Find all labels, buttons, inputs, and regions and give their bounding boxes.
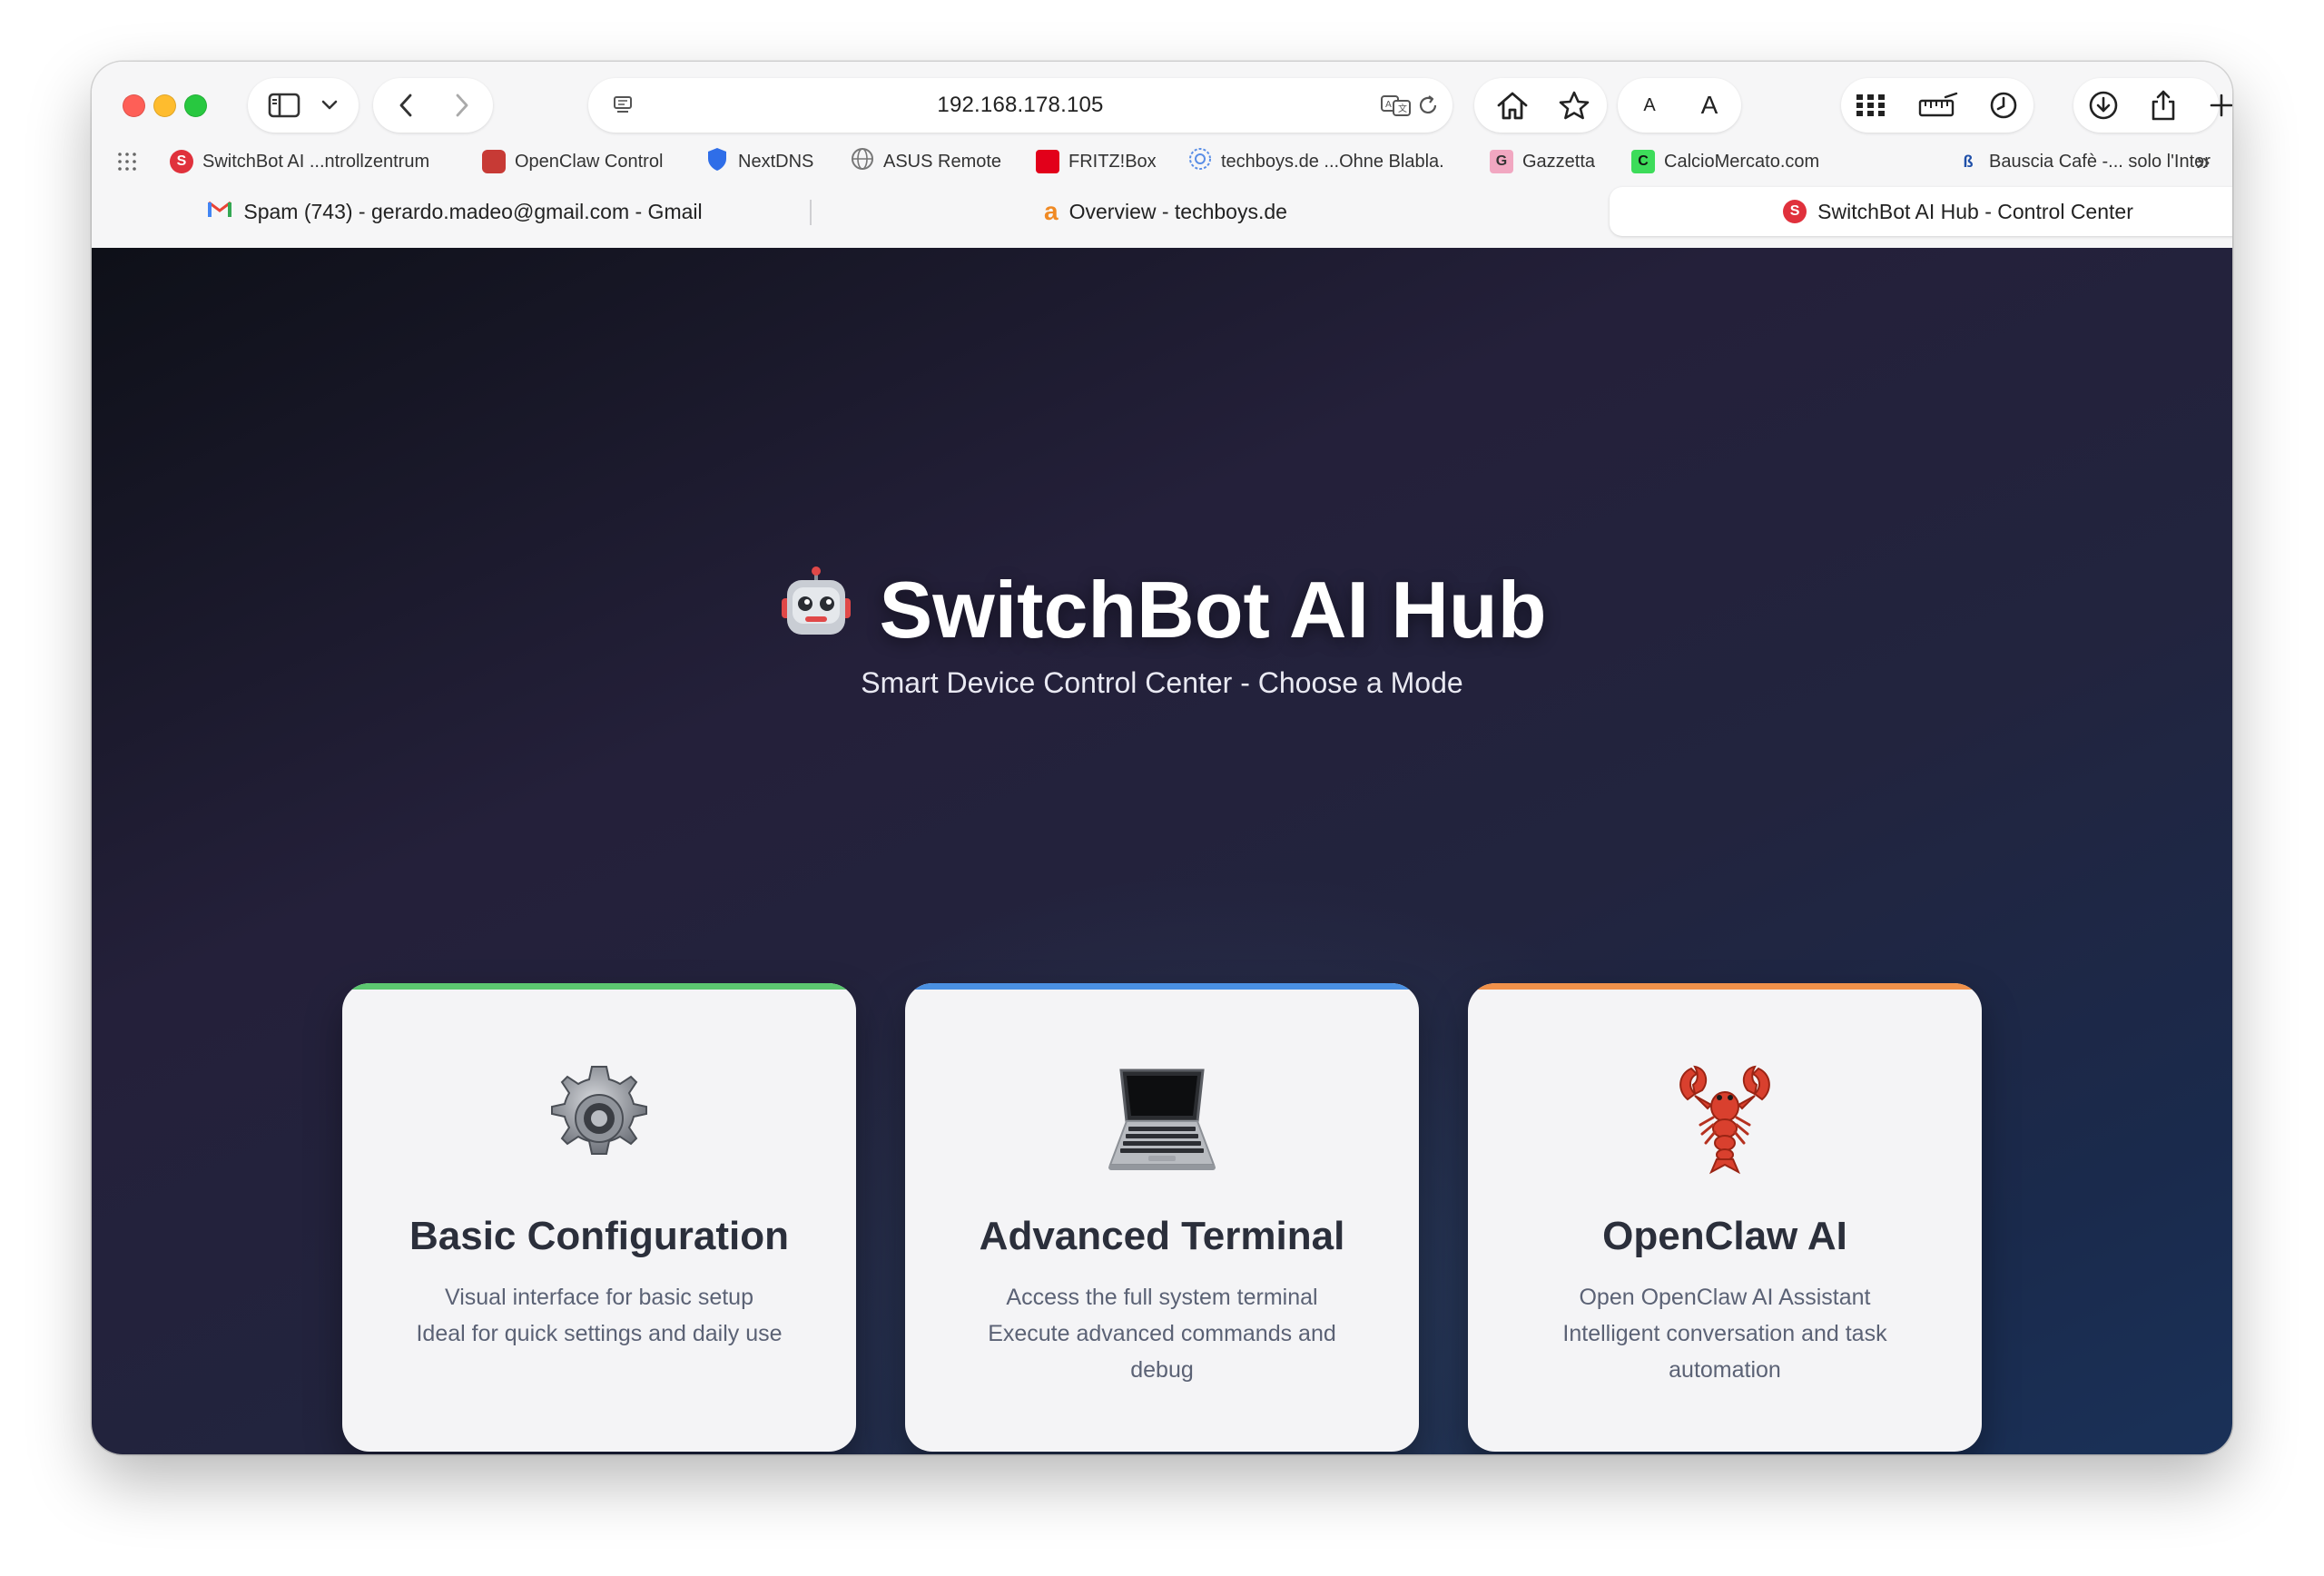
globe-favicon-icon — [851, 147, 874, 176]
robot-icon — [778, 566, 854, 655]
tab-gmail[interactable]: Spam (743) - gerardo.madeo@gmail.com - G… — [106, 187, 803, 236]
card-title: Basic Configuration — [409, 1214, 790, 1258]
apps-grid-icon[interactable] — [1844, 78, 1898, 133]
card-basic-configuration[interactable]: Basic Configuration Visual interface for… — [342, 983, 856, 1452]
new-tab-icon[interactable] — [2196, 78, 2232, 133]
bookmark-label: FRITZ!Box — [1068, 151, 1157, 172]
bookmarks-bar: S SwitchBot AI ...ntrollzentrum OpenClaw… — [92, 142, 2232, 182]
tab-techboys[interactable]: a Overview - techboys.de — [816, 187, 1515, 236]
openclaw-favicon-icon — [482, 150, 506, 173]
sidebar-icon[interactable] — [262, 78, 306, 133]
bookmark-switchbot[interactable]: S SwitchBot AI ...ntrollzentrum — [170, 142, 429, 182]
text-larger-icon[interactable]: A — [1685, 78, 1734, 133]
card-accent-bar — [905, 983, 1419, 990]
url-text: 192.168.178.105 — [937, 93, 1104, 117]
page-content: SwitchBot AI Hub Smart Device Control Ce… — [92, 248, 2232, 1454]
card-description-line: automation — [1669, 1357, 1781, 1383]
switchbot-favicon-icon: S — [1783, 200, 1807, 223]
techboys-favicon-icon: a — [1044, 197, 1059, 225]
page-title: SwitchBot AI Hub — [92, 566, 2232, 655]
card-description: Access the full system terminal Execute … — [932, 1279, 1392, 1388]
translate-icon[interactable]: A文 — [1378, 78, 1414, 133]
bookmark-label: OpenClaw Control — [515, 151, 664, 172]
tab-label: Spam (743) - gerardo.madeo@gmail.com - G… — [243, 199, 703, 223]
tab-label: SwitchBot AI Hub - Control Center — [1817, 199, 2133, 223]
card-advanced-terminal[interactable]: Advanced Terminal Access the full system… — [905, 983, 1419, 1452]
gmail-favicon-icon — [207, 199, 232, 224]
tab-bar: Spam (743) - gerardo.madeo@gmail.com - G… — [106, 187, 2232, 236]
card-description-line: debug — [1130, 1357, 1194, 1383]
calciomercato-favicon-icon: C — [1631, 150, 1655, 173]
card-accent-bar — [342, 983, 856, 990]
switchbot-favicon-icon: S — [170, 150, 193, 173]
svg-text:文: 文 — [1398, 103, 1407, 114]
bookmark-fritzbox[interactable]: FRITZ!Box — [1036, 142, 1157, 182]
card-description-line: Visual interface for basic setup — [444, 1285, 753, 1310]
lobster-icon — [1468, 1061, 1982, 1176]
bookmark-asus[interactable]: ASUS Remote — [851, 142, 1001, 182]
browser-toolbar: 192.168.178.105 A文 A A S SwitchBot AI ..… — [92, 62, 2232, 185]
card-description-line: Execute advanced commands and — [988, 1321, 1336, 1346]
chevron-down-icon[interactable] — [313, 78, 346, 133]
card-description-line: Access the full system terminal — [1006, 1285, 1318, 1310]
bookmark-nextdns[interactable]: NextDNS — [705, 142, 813, 182]
card-description-line: Ideal for quick settings and daily use — [416, 1321, 783, 1346]
home-icon[interactable] — [1485, 78, 1540, 133]
reload-icon[interactable] — [1413, 78, 1445, 133]
fritzbox-favicon-icon — [1036, 150, 1059, 173]
bookmark-label: NextDNS — [738, 151, 814, 172]
bookmark-openclaw[interactable]: OpenClaw Control — [482, 142, 663, 182]
bookmark-calciomercato[interactable]: C CalcioMercato.com — [1631, 142, 1819, 182]
star-icon[interactable] — [1547, 78, 1601, 133]
close-window-button[interactable] — [123, 94, 145, 117]
bookmark-label: SwitchBot AI ...ntrollzentrum — [202, 151, 430, 172]
browser-window: 192.168.178.105 A文 A A S SwitchBot AI ..… — [92, 62, 2232, 1454]
laptop-icon — [905, 1061, 1419, 1176]
card-title: Advanced Terminal — [979, 1214, 1345, 1258]
bookmark-gazzetta[interactable]: G Gazzetta — [1490, 142, 1595, 182]
tab-switchbot[interactable]: S SwitchBot AI Hub - Control Center — [1610, 187, 2232, 236]
card-title: OpenClaw AI — [1602, 1214, 1847, 1258]
bookmarks-grid-icon[interactable] — [117, 142, 137, 182]
back-icon[interactable] — [384, 78, 429, 133]
bookmark-bauscia[interactable]: ß Bauscia Cafè -... solo l'Inter — [1956, 142, 2211, 182]
screen-ruler-icon[interactable] — [1905, 78, 1971, 133]
text-smaller-icon[interactable]: A — [1627, 78, 1672, 133]
techboys-favicon-icon — [1188, 147, 1212, 176]
page-title-text: SwitchBot AI Hub — [879, 565, 1547, 655]
bookmarks-overflow-icon[interactable]: » — [2196, 142, 2211, 182]
gazzetta-favicon-icon: G — [1490, 150, 1513, 173]
card-accent-bar — [1468, 983, 1982, 990]
bookmark-label: ASUS Remote — [883, 151, 1002, 172]
share-icon[interactable] — [2136, 78, 2191, 133]
card-description: Open OpenClaw AI Assistant Intelligent c… — [1495, 1279, 1955, 1388]
card-description-line: Open OpenClaw AI Assistant — [1579, 1285, 1871, 1310]
bookmark-label: Gazzetta — [1522, 151, 1596, 172]
bookmark-techboys[interactable]: techboys.de ...Ohne Blabla. — [1188, 142, 1444, 182]
tab-separator — [810, 200, 812, 225]
gear-icon — [342, 1061, 856, 1176]
page-subtitle: Smart Device Control Center - Choose a M… — [861, 666, 1463, 699]
bookmark-label: Bauscia Cafè -... solo l'Inter — [1989, 151, 2211, 172]
bauscia-favicon-icon: ß — [1963, 152, 1974, 171]
bookmark-label: techboys.de ...Ohne Blabla. — [1221, 151, 1444, 172]
address-bar[interactable]: 192.168.178.105 A文 — [588, 78, 1452, 133]
card-description: Visual interface for basic setup Ideal f… — [369, 1279, 829, 1352]
svg-text:A: A — [1385, 100, 1392, 110]
shield-favicon-icon — [705, 146, 729, 177]
card-description-line: Intelligent conversation and task — [1562, 1321, 1887, 1346]
bookmark-label: CalcioMercato.com — [1664, 151, 1820, 172]
forward-icon[interactable] — [438, 78, 484, 133]
minimize-window-button[interactable] — [153, 94, 176, 117]
card-openclaw-ai[interactable]: OpenClaw AI Open OpenClaw AI Assistant I… — [1468, 983, 1982, 1452]
download-icon[interactable] — [2076, 78, 2131, 133]
clock-icon[interactable] — [1978, 78, 2029, 133]
tab-label: Overview - techboys.de — [1068, 199, 1287, 223]
zoom-window-button[interactable] — [184, 94, 207, 117]
